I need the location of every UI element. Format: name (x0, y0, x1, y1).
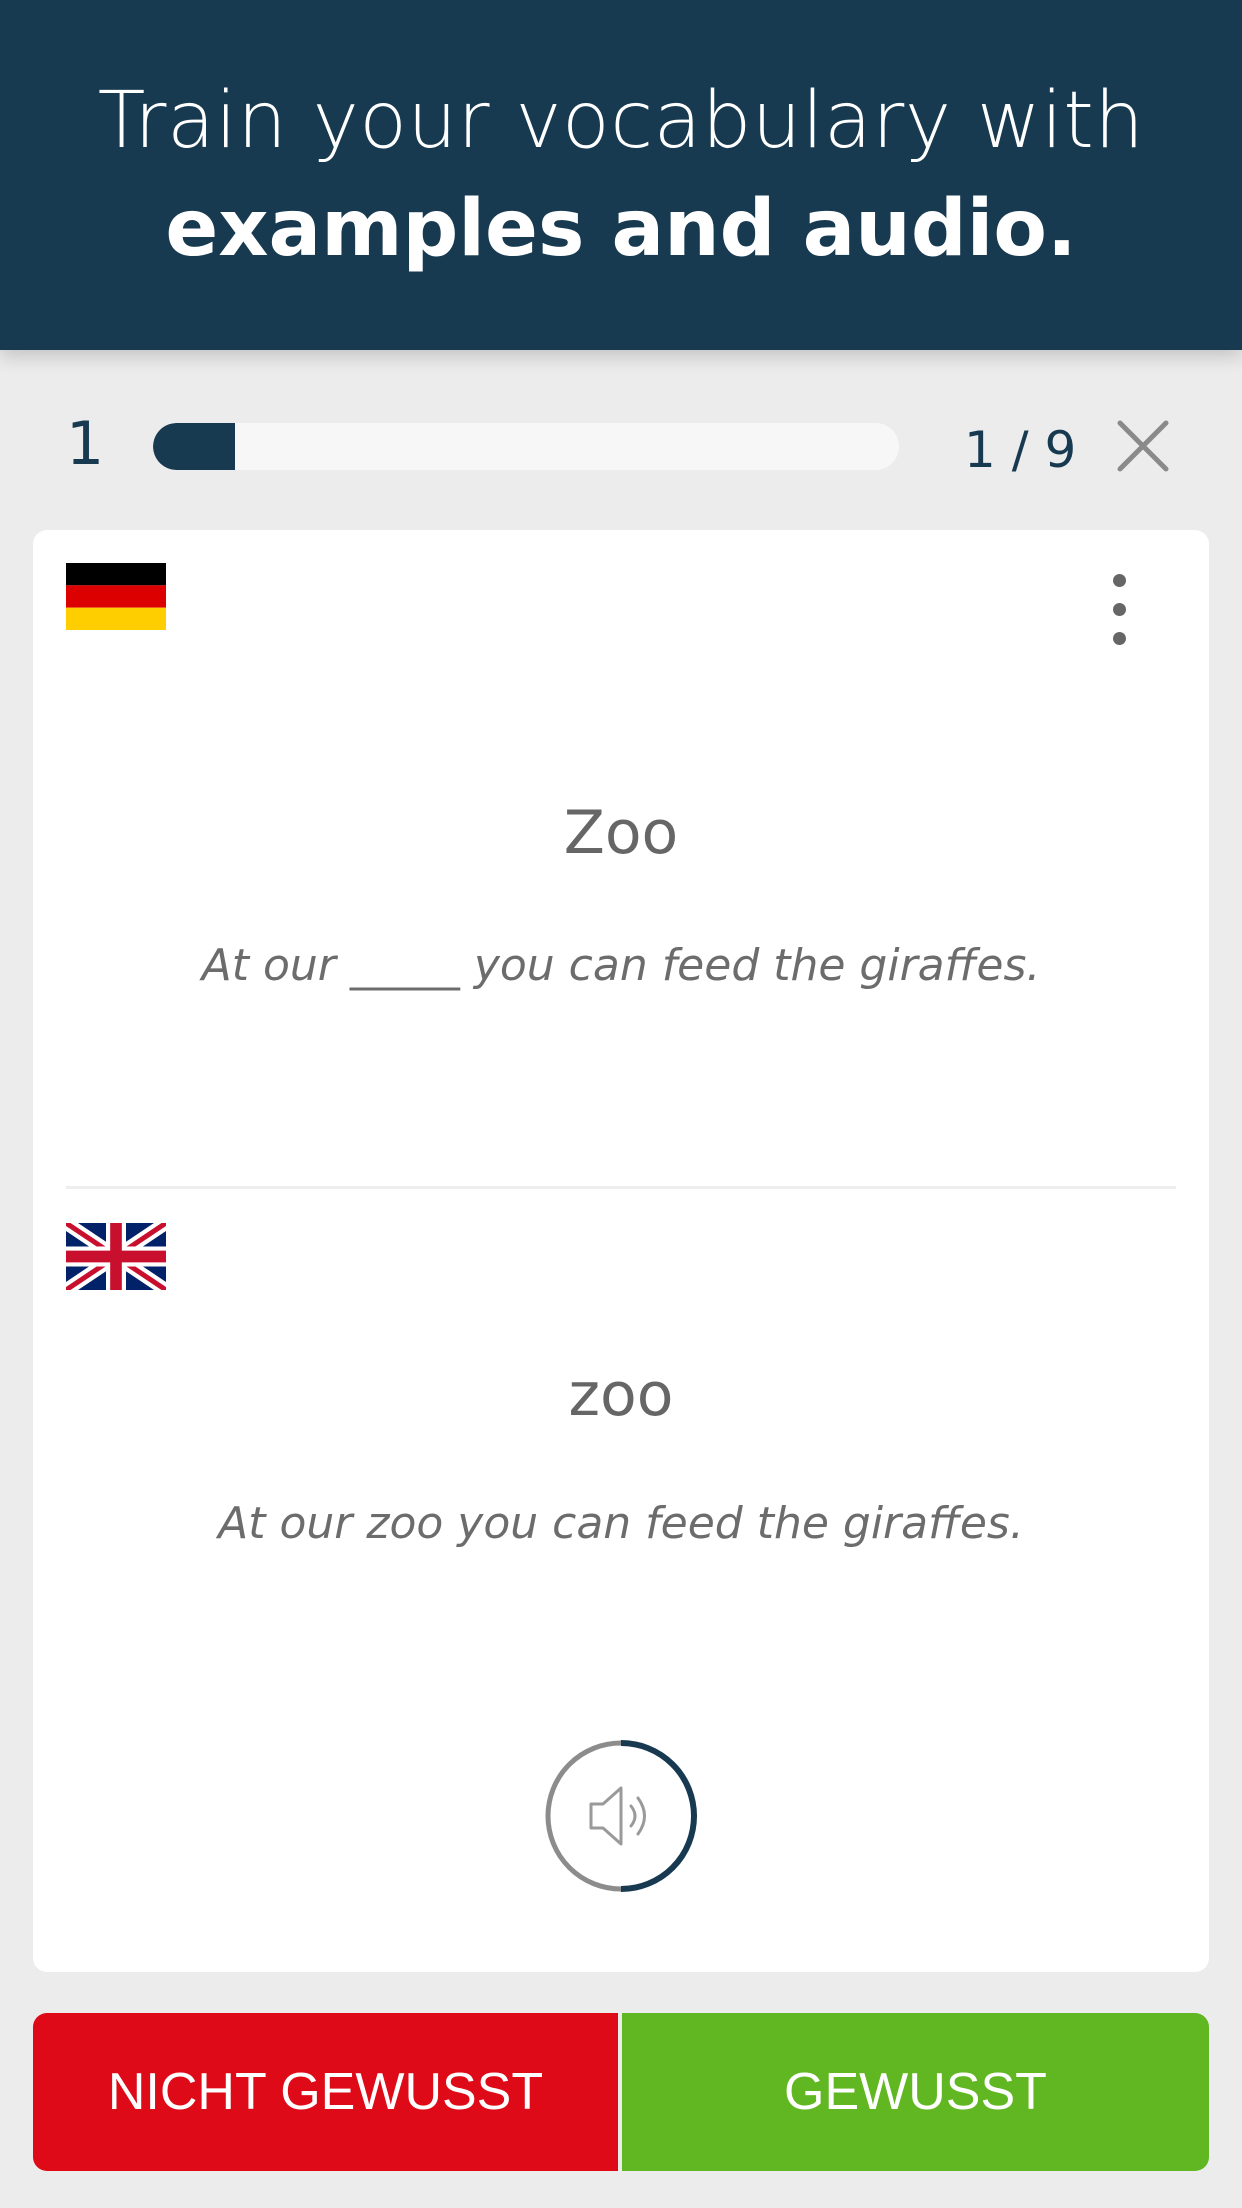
close-button[interactable] (1114, 417, 1172, 475)
close-icon (1117, 420, 1169, 472)
progress-row: 1 1 / 9 (0, 395, 1242, 499)
play-audio-button[interactable] (543, 1738, 699, 1894)
banner-line-2: examples and audio. (165, 184, 1077, 274)
target-word: zoo (568, 1360, 674, 1430)
card-divider (66, 1186, 1176, 1189)
source-word: Zoo (563, 798, 679, 868)
germany-flag-icon (66, 563, 166, 630)
progress-counter: 1 / 9 (964, 421, 1077, 479)
more-options-button[interactable] (1099, 574, 1139, 654)
target-example-sentence: At our zoo you can feed the giraffes. (218, 1498, 1024, 1549)
flashcard: Zoo At our _____ you can feed the giraff… (33, 530, 1209, 1972)
promo-banner: Train your vocabulary with examples and … (0, 0, 1242, 350)
progress-bar-fill (153, 423, 236, 470)
uk-flag-icon (66, 1223, 166, 1290)
banner-line-1: Train your vocabulary with (97, 76, 1145, 166)
source-example-sentence: At our _____ you can feed the giraffes. (201, 940, 1041, 991)
speaker-icon (545, 1740, 697, 1892)
known-button[interactable]: GEWUSST (622, 2013, 1209, 2171)
level-number: 1 (66, 409, 105, 479)
progress-bar (153, 423, 899, 470)
more-vertical-icon (1099, 574, 1139, 645)
not-known-button[interactable]: NICHT GEWUSST (33, 2013, 618, 2171)
